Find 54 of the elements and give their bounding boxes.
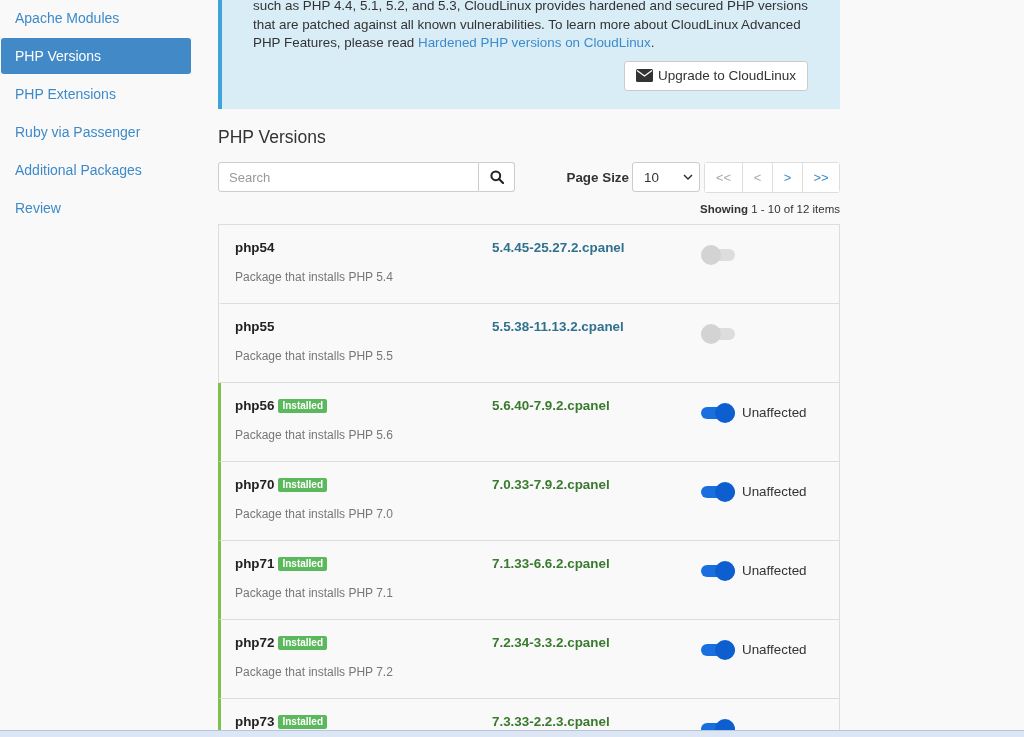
sidebar-item[interactable]: Additional Packages: [1, 152, 191, 188]
package-name: php70: [235, 477, 275, 492]
package-name: php71: [235, 556, 275, 571]
package-description: Package that installs PHP 5.5: [235, 348, 394, 363]
installed-badge: Installed: [278, 714, 327, 729]
package-name: php55: [235, 319, 275, 334]
package-description: Package that installs PHP 5.6: [235, 427, 394, 442]
package-version[interactable]: 7.1.33-6.6.2.cpanel: [492, 554, 697, 573]
toggle-switch[interactable]: [701, 560, 735, 581]
package-version[interactable]: 5.5.38-11.13.2.cpanel: [492, 317, 697, 336]
installed-badge: Installed: [278, 398, 327, 413]
sidebar-item[interactable]: PHP Extensions: [1, 76, 191, 112]
status-text: Unaffected: [742, 642, 807, 657]
search-icon: [489, 170, 504, 184]
showing-count: Showing 1 - 10 of 12 items: [699, 202, 840, 215]
sidebar-item[interactable]: Review: [1, 190, 191, 226]
page-size-label: Page Size: [566, 169, 629, 185]
package-name: php72: [235, 635, 275, 650]
package-description: Package that installs PHP 5.4: [235, 269, 394, 284]
section-title: PHP Versions: [218, 126, 327, 148]
package-version[interactable]: 7.3.33-2.2.3.cpanel: [492, 712, 697, 730]
package-version[interactable]: 7.0.33-7.9.2.cpanel: [492, 475, 697, 494]
status-text: Unaffected: [742, 484, 807, 499]
installed-badge: Installed: [278, 477, 327, 492]
page-button[interactable]: >>: [802, 162, 839, 192]
page-size-select[interactable]: 10: [632, 162, 700, 192]
package-description: Package that installs PHP 7.2: [235, 664, 394, 679]
status-text: Unaffected: [742, 405, 807, 420]
sidebar-item[interactable]: PHP Versions: [1, 38, 191, 74]
package-name: php54: [235, 240, 275, 255]
package-name: php73: [235, 714, 275, 729]
search-button[interactable]: [479, 162, 515, 192]
toggle-switch[interactable]: [701, 323, 735, 344]
toggle-switch[interactable]: [701, 402, 735, 423]
toggle-switch[interactable]: [701, 639, 735, 660]
package-description: Package that installs PHP 7.1: [235, 585, 394, 600]
status-text: Unaffected: [742, 563, 807, 578]
toggle-switch[interactable]: [701, 244, 735, 265]
upgrade-button[interactable]: Upgrade to CloudLinux: [623, 60, 808, 91]
installed-badge: Installed: [278, 635, 327, 650]
package-description: Package that installs PHP 7.0: [235, 506, 394, 521]
installed-badge: Installed: [278, 556, 327, 571]
package-name: php56: [235, 398, 275, 413]
notice-text: such as PHP 4.4, 5.1, 5.2, and 5.3, CloudLinux provides hardened and secured PHP versions that are patched against all known vulnerabilities. To learn more about CloudLinux Advanced PHP Features, please read Hardened PHP versions on CloudLinux.: [253, 0, 808, 52]
toggle-switch[interactable]: [701, 481, 735, 502]
chevron-down-icon: [683, 173, 693, 181]
package-version[interactable]: 5.4.45-25.27.2.cpanel: [492, 238, 697, 257]
package-version[interactable]: 7.2.34-3.3.2.cpanel: [492, 633, 697, 652]
sidebar-item[interactable]: Apache Modules: [1, 0, 191, 36]
envelope-icon: [635, 69, 653, 82]
package-version[interactable]: 5.6.40-7.9.2.cpanel: [492, 396, 697, 415]
sidebar-item[interactable]: Ruby via Passenger: [1, 114, 191, 150]
hardened-php-link[interactable]: Hardened PHP versions on CloudLinux: [418, 35, 651, 50]
search-field[interactable]: Search: [218, 162, 479, 192]
